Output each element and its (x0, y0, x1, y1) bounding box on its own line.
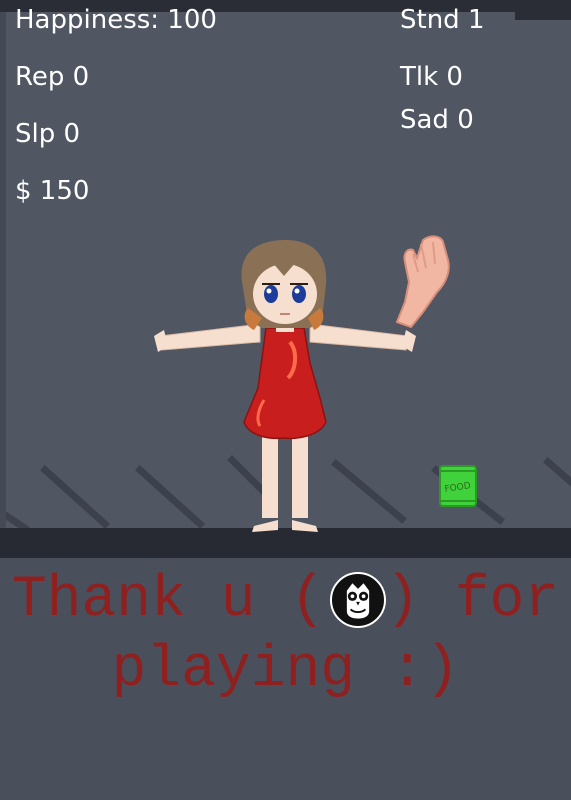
happiness-stat: Happiness: 100 (15, 5, 217, 35)
sad-stat: Sad 0 (400, 105, 474, 135)
stnd-stat: Stnd 1 (400, 5, 485, 35)
game-scene: Happiness: 100 Rep 0 Slp 0 $ 150 Stnd 1 … (0, 0, 571, 800)
thanks-line-1-start: Thank u ( (11, 568, 326, 633)
top-bar-notch (515, 12, 571, 20)
thanks-line-1-end: ) for (385, 568, 560, 633)
money-stat: $ 150 (15, 176, 90, 206)
slp-stat: Slp 0 (15, 119, 81, 149)
thanks-line-2: playing :) (111, 638, 460, 703)
rep-stat: Rep 0 (15, 62, 90, 92)
player-character[interactable] (150, 238, 420, 534)
thanks-line-1: Thank u ( ) for (0, 568, 571, 634)
food-bag-icon[interactable]: FOOD (438, 463, 478, 509)
owl-icon[interactable] (330, 572, 386, 628)
tlk-stat: Tlk 0 (400, 62, 463, 92)
